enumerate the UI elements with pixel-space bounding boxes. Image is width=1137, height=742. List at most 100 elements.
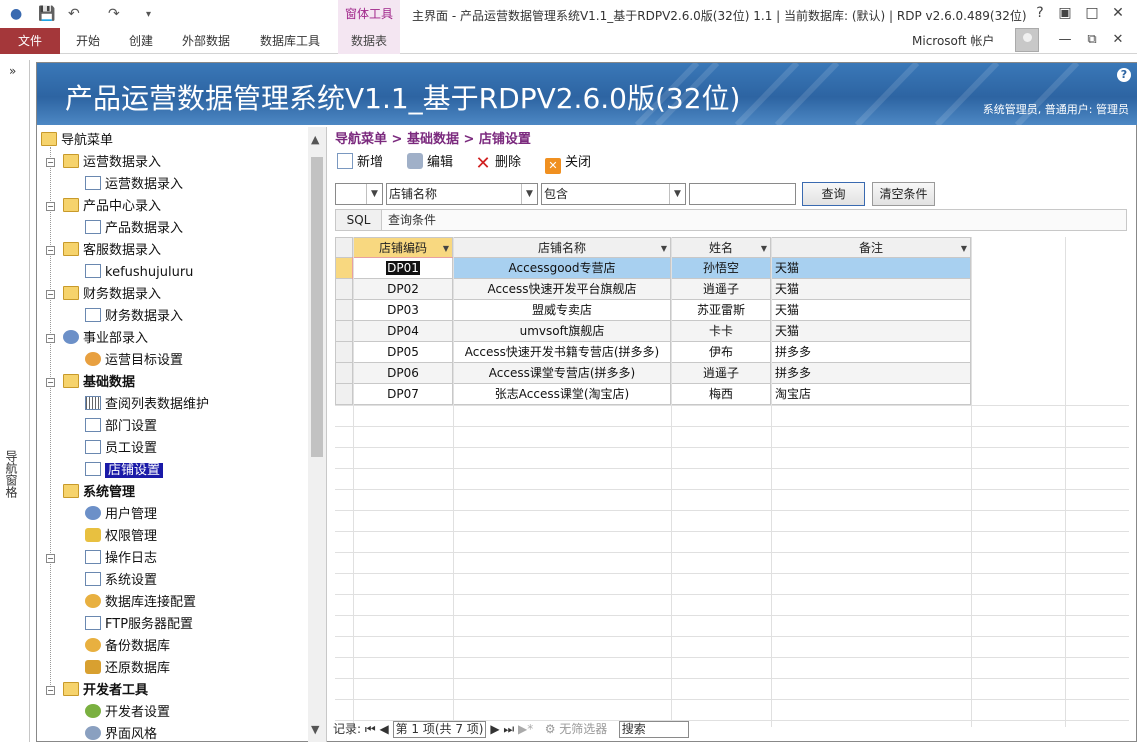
close-icon[interactable]: ✕: [1108, 5, 1128, 21]
row-selector[interactable]: [335, 342, 353, 363]
tree-item[interactable]: 系统设置: [85, 571, 157, 591]
dropdown-arrow-icon[interactable]: ▼: [961, 238, 967, 259]
query-button[interactable]: 查询: [802, 182, 865, 206]
redo-icon[interactable]: ↷: [108, 6, 120, 22]
tree-item[interactable]: 开发者设置: [85, 703, 170, 723]
table-cell[interactable]: 盟威专卖店: [453, 300, 671, 321]
select-all-corner[interactable]: [335, 237, 353, 258]
search-box[interactable]: 搜索: [618, 721, 689, 738]
column-header-remark[interactable]: 备注 ▼: [771, 237, 971, 258]
customize-qat-icon[interactable]: ▾: [146, 9, 151, 20]
next-record-icon[interactable]: ▶: [490, 722, 499, 736]
navigation-pane[interactable]: » 导航窗格: [0, 60, 30, 742]
tree-item[interactable]: 运营目标设置: [85, 351, 183, 371]
table-cell[interactable]: Access快速开发平台旗舰店: [453, 279, 671, 300]
table-cell[interactable]: Access快速开发书籍专营店(拼多多): [453, 342, 671, 363]
tab-create[interactable]: 创建: [129, 28, 153, 54]
collapse-toggle-icon[interactable]: −: [46, 246, 55, 255]
help-icon[interactable]: ?: [1030, 5, 1050, 21]
table-cell[interactable]: DP03: [353, 300, 453, 321]
tree-item[interactable]: 部门设置: [85, 417, 157, 437]
table-cell[interactable]: Access课堂专营店(拼多多): [453, 363, 671, 384]
filter-icon[interactable]: ⚙: [545, 722, 556, 736]
table-cell[interactable]: Accessgood专营店: [453, 258, 671, 279]
scroll-up-icon[interactable]: ▲: [311, 133, 319, 146]
tree-item[interactable]: 数据库连接配置: [85, 593, 196, 613]
table-cell[interactable]: 淘宝店: [771, 384, 971, 405]
ribbon-display-icon[interactable]: ▣: [1055, 5, 1075, 21]
row-selector[interactable]: [335, 300, 353, 321]
column-header-shop-name[interactable]: 店铺名称 ▼: [453, 237, 671, 258]
table-cell[interactable]: 天猫: [771, 300, 971, 321]
row-selector[interactable]: [335, 321, 353, 342]
tree-group[interactable]: 基础数据: [63, 373, 135, 393]
table-cell[interactable]: 卡卡: [671, 321, 771, 342]
table-cell[interactable]: 伊布: [671, 342, 771, 363]
table-cell[interactable]: 逍遥子: [671, 363, 771, 384]
tree-group[interactable]: 财务数据录入: [63, 285, 161, 305]
column-header-shop-code[interactable]: 店铺编码 ▼: [353, 237, 453, 258]
tree-item[interactable]: 权限管理: [85, 527, 157, 547]
collapse-toggle-icon[interactable]: −: [46, 158, 55, 167]
value-input[interactable]: [689, 183, 796, 205]
tree-item[interactable]: FTP服务器配置: [85, 615, 193, 635]
tab-external-data[interactable]: 外部数据: [182, 28, 230, 54]
table-cell[interactable]: 梅西: [671, 384, 771, 405]
tree-item[interactable]: 操作日志: [85, 549, 157, 569]
dropdown-arrow-icon[interactable]: ▼: [443, 238, 449, 259]
table-cell[interactable]: 天猫: [771, 279, 971, 300]
tree-item[interactable]: 用户管理: [85, 505, 157, 525]
expand-chevron-icon[interactable]: »: [9, 64, 16, 78]
close-doc-icon[interactable]: ✕: [1108, 32, 1128, 47]
file-tab[interactable]: 文件: [0, 28, 60, 54]
row-selector[interactable]: [335, 384, 353, 405]
help-circle-icon[interactable]: ?: [1117, 68, 1131, 82]
collapse-toggle-icon[interactable]: −: [46, 378, 55, 387]
table-cell[interactable]: DP01: [352, 257, 454, 280]
collapse-toggle-icon[interactable]: −: [46, 202, 55, 211]
avatar[interactable]: [1015, 28, 1039, 52]
collapse-toggle-icon[interactable]: −: [46, 686, 55, 695]
table-cell[interactable]: DP05: [353, 342, 453, 363]
collapse-toggle-icon[interactable]: −: [46, 290, 55, 299]
tree-group[interactable]: 运营数据录入: [63, 153, 161, 173]
table-cell[interactable]: 拼多多: [771, 342, 971, 363]
tree-group[interactable]: 事业部录入: [63, 329, 148, 349]
first-record-icon[interactable]: ⏮: [365, 722, 376, 736]
minimize-doc-icon[interactable]: —: [1055, 32, 1075, 47]
delete-button[interactable]: ✕ 删除: [475, 151, 521, 173]
row-selector[interactable]: [335, 258, 353, 279]
tree-group[interactable]: 客服数据录入: [63, 241, 161, 261]
row-selector[interactable]: [335, 363, 353, 384]
tree-item[interactable]: kefushujuluru: [85, 263, 193, 283]
tree-group[interactable]: 开发者工具: [63, 681, 148, 701]
collapse-toggle-icon[interactable]: −: [46, 334, 55, 343]
column-header-name[interactable]: 姓名 ▼: [671, 237, 771, 258]
table-cell[interactable]: 张志Access课堂(淘宝店): [453, 384, 671, 405]
table-cell[interactable]: DP02: [353, 279, 453, 300]
close-button[interactable]: ✕ 关闭: [545, 151, 591, 174]
table-cell[interactable]: DP07: [353, 384, 453, 405]
tree-item[interactable]: 财务数据录入: [85, 307, 183, 327]
sql-button[interactable]: SQL: [336, 210, 382, 230]
tab-datasheet[interactable]: 数据表: [338, 28, 400, 54]
tree-scrollbar[interactable]: ▲ ▼: [308, 127, 326, 742]
table-cell[interactable]: 拼多多: [771, 363, 971, 384]
edit-button[interactable]: 编辑: [407, 151, 453, 170]
undo-icon[interactable]: ↶: [68, 6, 80, 22]
new-record-icon[interactable]: ▶*: [518, 722, 533, 736]
tree-root[interactable]: 导航菜单: [41, 131, 113, 151]
account-label[interactable]: Microsoft 帐户: [912, 32, 994, 49]
tree-item-selected[interactable]: 店铺设置: [85, 461, 164, 481]
tree-item[interactable]: 运营数据录入: [85, 175, 183, 195]
logic-select[interactable]: ▼: [335, 183, 383, 205]
scroll-thumb[interactable]: [311, 157, 323, 457]
scroll-down-icon[interactable]: ▼: [311, 723, 319, 736]
table-cell[interactable]: 逍遥子: [671, 279, 771, 300]
dropdown-arrow-icon[interactable]: ▼: [661, 238, 667, 259]
tree-item[interactable]: 界面风格: [85, 725, 157, 742]
record-position[interactable]: 第 1 项(共 7 项): [392, 721, 487, 738]
clear-conditions-button[interactable]: 清空条件: [872, 182, 935, 206]
new-button[interactable]: 新增: [337, 151, 383, 170]
collapse-toggle-icon[interactable]: −: [46, 554, 55, 563]
